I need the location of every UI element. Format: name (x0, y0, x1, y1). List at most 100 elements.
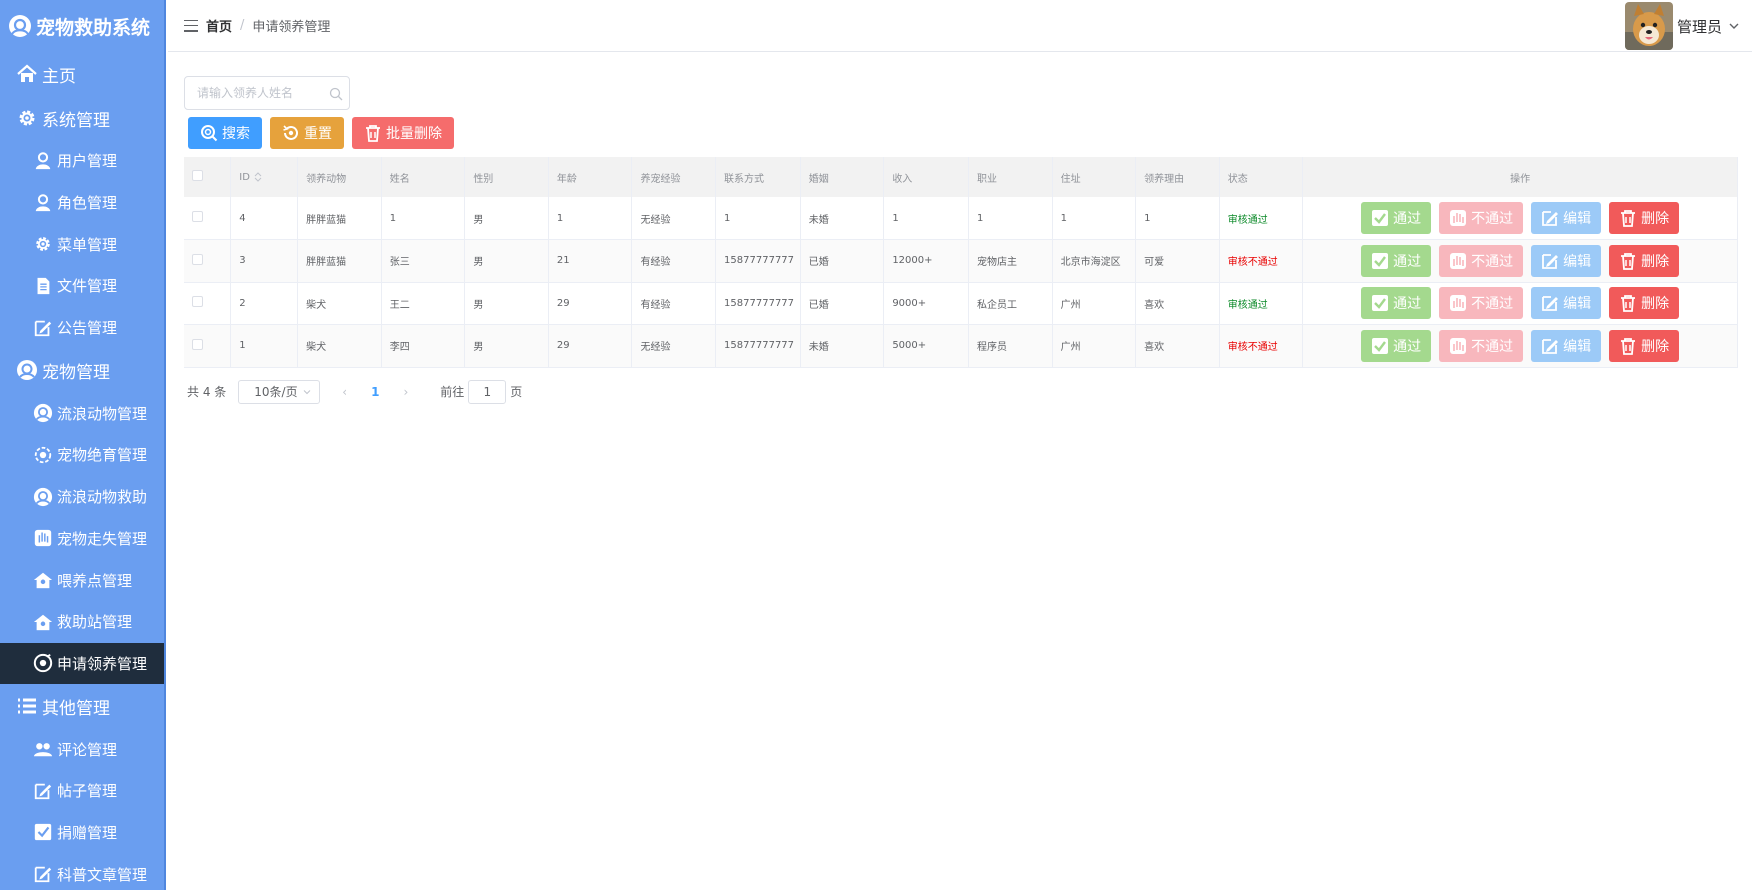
sidebar-item-0[interactable]: 主页 (0, 52, 164, 96)
row-checkbox[interactable] (192, 296, 203, 308)
sidebar-item-6[interactable]: 公告管理 (0, 307, 164, 349)
menu-toggle-icon[interactable] (184, 19, 198, 32)
approve-button[interactable]: 通过 (1361, 287, 1432, 320)
reject-button-label: 不通过 (1471, 253, 1514, 270)
avatar[interactable] (1624, 2, 1673, 50)
select-all-checkbox[interactable] (192, 170, 203, 181)
column-header-id[interactable]: ID (230, 157, 299, 197)
cell-contact: 15877777777 (715, 282, 801, 325)
house-icon (33, 612, 53, 632)
prev-page-button[interactable]: ‹ (342, 385, 347, 399)
cell-animal: 柴犬 (297, 282, 382, 325)
trash-icon (1619, 294, 1637, 313)
sidebar-item-5[interactable]: 文件管理 (0, 265, 164, 307)
cell-reason: 喜欢 (1135, 282, 1220, 325)
edit-button[interactable]: 编辑 (1531, 202, 1602, 234)
delete-button[interactable]: 删除 (1609, 244, 1680, 277)
edit-button[interactable]: 编辑 (1531, 329, 1602, 362)
reset-button[interactable]: 重置 (270, 117, 344, 149)
reject-button[interactable]: 不通过 (1439, 287, 1524, 320)
pagination-total: 共 4 条 (187, 385, 227, 399)
delete-button[interactable]: 删除 (1609, 287, 1680, 320)
search-field[interactable] (184, 76, 350, 110)
next-page-button[interactable]: › (403, 385, 408, 399)
cell-age: 1 (548, 197, 633, 240)
table-row[interactable]: 2 柴犬 王二男 29 有经验 15877777777 已婚 9000+ 私企员工 广州 喜欢 审核通… (184, 282, 1738, 325)
sidebar-item-13[interactable]: 救助站管理 (0, 601, 164, 643)
delete-button[interactable]: 删除 (1609, 202, 1680, 234)
trash-icon (1619, 337, 1637, 355)
table-row[interactable]: 4 胖胖蓝猫 1 男 1 无经验 1 未婚 1 1 1 1 审核通过 通过 不通过 编辑 删除 (184, 197, 1738, 240)
reject-button[interactable]: 不通过 (1439, 244, 1524, 277)
sidebar-item-16[interactable]: 评论管理 (0, 728, 164, 770)
gear-icon (16, 107, 38, 129)
sidebar-item-label: 科普文章管理 (57, 865, 148, 884)
hand-icon (33, 528, 53, 548)
sidebar-item-3[interactable]: 角色管理 (0, 182, 164, 224)
sidebar-item-9[interactable]: 宠物绝育管理 (0, 434, 164, 476)
approve-button[interactable]: 通过 (1361, 202, 1432, 234)
user-icon (33, 193, 53, 213)
search-icon[interactable] (329, 87, 343, 101)
cell-reason: 可爱 (1135, 239, 1220, 282)
row-checkbox[interactable] (192, 253, 203, 265)
edit-button-label: 编辑 (1563, 211, 1592, 227)
delete-button-label: 删除 (1641, 253, 1670, 270)
edit-icon (1541, 209, 1559, 227)
edit-button-label: 编辑 (1563, 338, 1592, 355)
column-header-income: 收入 (883, 157, 969, 197)
sidebar-menu: 主页系统管理 用户管理 角色管理 菜单管理 文件管理 公告管理 宠物管理 流浪动物管理 宠物绝育… (0, 52, 164, 890)
approve-button[interactable]: 通过 (1361, 329, 1432, 362)
edit-button[interactable]: 编辑 (1531, 287, 1602, 320)
hand-icon (1449, 337, 1467, 355)
cell-id: 3 (230, 239, 299, 282)
delete-button[interactable]: 删除 (1609, 329, 1680, 362)
chevron-down-icon[interactable] (1728, 20, 1740, 32)
edit-button[interactable]: 编辑 (1531, 244, 1602, 277)
approve-button[interactable]: 通过 (1361, 244, 1432, 277)
row-checkbox[interactable] (192, 338, 203, 350)
reject-button[interactable]: 不通过 (1439, 329, 1524, 362)
page-size-select[interactable]: 10条/页 (238, 379, 321, 404)
cell-experience: 无经验 (631, 197, 717, 240)
batch-delete-button-label: 批量删除 (386, 126, 442, 142)
table-row[interactable]: 3 胖胖蓝猫 张三男 21 有经验 15877777777 已婚 12000+ 宠物店主 北京市海… (184, 239, 1738, 282)
list-icon (16, 695, 38, 717)
sidebar-item-2[interactable]: 用户管理 (0, 140, 164, 182)
cell-actions: 通过 不通过 编辑 删除 (1302, 282, 1738, 325)
page-number-current[interactable]: 1 (371, 385, 379, 399)
sidebar-item-11[interactable]: 宠物走失管理 (0, 518, 164, 560)
approve-button-label: 通过 (1393, 296, 1422, 313)
sidebar-item-14[interactable]: 申请领养管理 (0, 642, 164, 685)
sidebar-item-label: 主页 (42, 66, 76, 87)
sidebar-item-18[interactable]: 捐赠管理 (0, 812, 164, 854)
search-input[interactable] (185, 77, 349, 109)
sidebar-item-15[interactable]: 其他管理 (0, 684, 164, 728)
sidebar-item-7[interactable]: 宠物管理 (0, 348, 164, 392)
sort-icon[interactable] (254, 171, 262, 182)
table-row[interactable]: 1 柴犬 李四男 29 无经验 15877777777 未婚 5000+ 程序员 广州 喜欢 审核不通… (184, 324, 1738, 367)
sidebar-item-8[interactable]: 流浪动物管理 (0, 392, 164, 434)
search-button[interactable]: 搜索 (188, 117, 262, 149)
check-square-icon (1371, 294, 1389, 312)
sidebar-item-17[interactable]: 帖子管理 (0, 770, 164, 812)
row-checkbox[interactable] (192, 211, 203, 222)
batch-delete-button[interactable]: 批量删除 (352, 117, 454, 149)
goto-page-input[interactable]: 1 (468, 379, 507, 404)
breadcrumb-home[interactable]: 首页 (206, 16, 232, 35)
edit-icon (33, 864, 53, 884)
sidebar-item-10[interactable]: 流浪动物救助 (0, 476, 164, 518)
user-name[interactable]: 管理员 (1677, 16, 1722, 37)
sidebar-item-12[interactable]: 喂养点管理 (0, 559, 164, 601)
cell-gender: 男 (464, 239, 549, 282)
sidebar-item-1[interactable]: 系统管理 (0, 96, 164, 140)
user-menu[interactable]: 管理员 (1624, 2, 1740, 50)
sidebar-item-19[interactable]: 科普文章管理 (0, 853, 164, 890)
edit-icon (1541, 294, 1559, 312)
cell-marriage: 未婚 (800, 197, 885, 240)
cell-contact: 1 (715, 197, 801, 240)
sidebar-item-4[interactable]: 菜单管理 (0, 223, 164, 265)
cell-address: 广州 (1052, 282, 1137, 325)
cell-experience: 有经验 (631, 282, 717, 325)
reject-button[interactable]: 不通过 (1439, 202, 1524, 234)
